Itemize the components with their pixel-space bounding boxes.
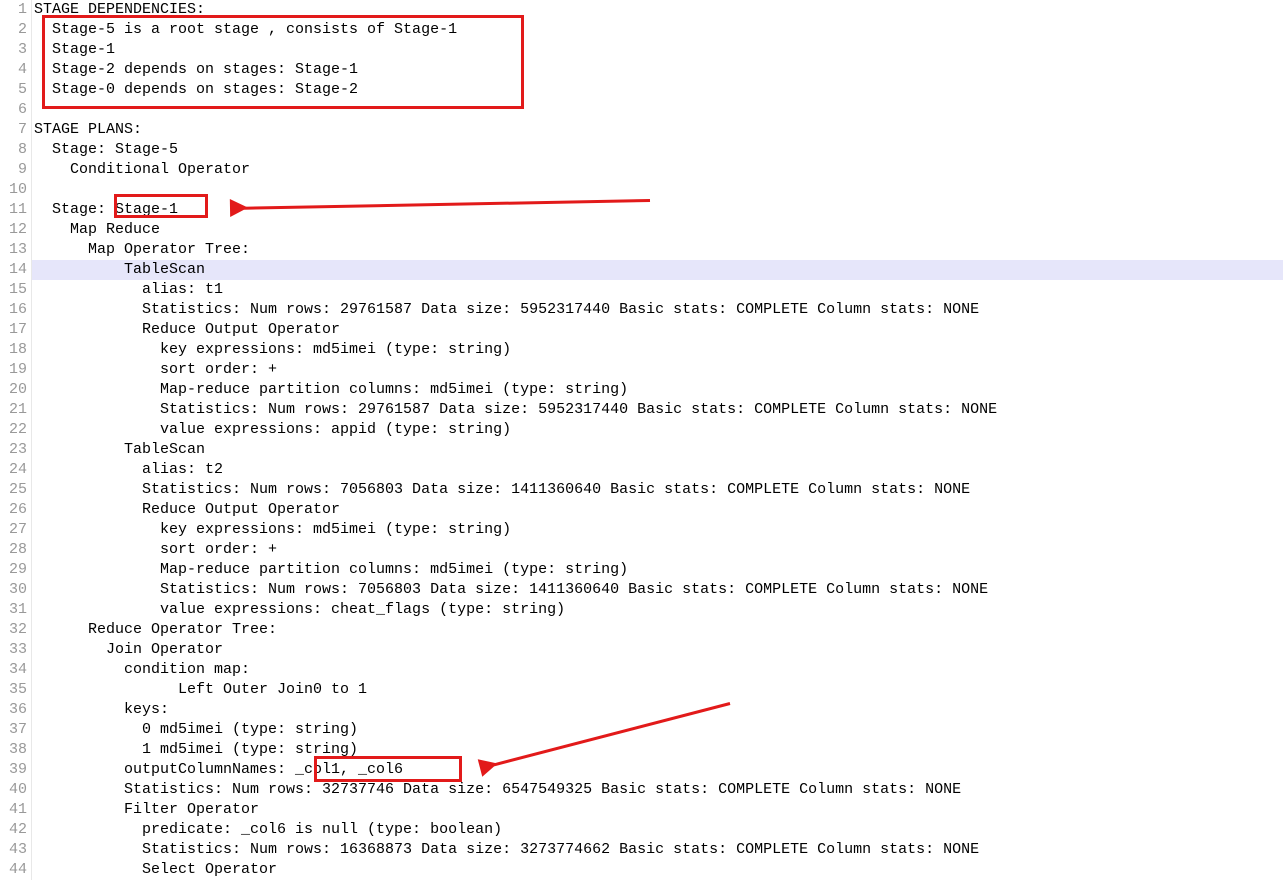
line-number: 43 — [0, 840, 27, 860]
code-line[interactable]: Map Reduce — [32, 220, 1283, 240]
code-line[interactable]: value expressions: appid (type: string) — [32, 420, 1283, 440]
line-number: 32 — [0, 620, 27, 640]
line-number: 7 — [0, 120, 27, 140]
code-line[interactable]: Stage: Stage-1 — [32, 200, 1283, 220]
code-line[interactable]: Stage-1 — [32, 40, 1283, 60]
line-number: 14 — [0, 260, 27, 280]
code-line[interactable]: Reduce Operator Tree: — [32, 620, 1283, 640]
line-number: 2 — [0, 20, 27, 40]
line-number: 6 — [0, 100, 27, 120]
line-number: 26 — [0, 500, 27, 520]
line-number: 31 — [0, 600, 27, 620]
line-number: 36 — [0, 700, 27, 720]
line-number: 39 — [0, 760, 27, 780]
code-line[interactable]: Stage-5 is a root stage , consists of St… — [32, 20, 1283, 40]
code-line[interactable]: alias: t2 — [32, 460, 1283, 480]
code-line[interactable]: TableScan — [32, 440, 1283, 460]
line-number: 23 — [0, 440, 27, 460]
line-number-gutter: 1234567891011121314151617181920212223242… — [0, 0, 32, 880]
line-number: 40 — [0, 780, 27, 800]
code-line[interactable]: alias: t1 — [32, 280, 1283, 300]
code-line[interactable]: Map-reduce partition columns: md5imei (t… — [32, 380, 1283, 400]
line-number: 4 — [0, 60, 27, 80]
code-line[interactable]: STAGE DEPENDENCIES: — [32, 0, 1283, 20]
line-number: 42 — [0, 820, 27, 840]
code-line[interactable]: Join Operator — [32, 640, 1283, 660]
code-line[interactable] — [32, 100, 1283, 120]
code-line[interactable]: Statistics: Num rows: 29761587 Data size… — [32, 400, 1283, 420]
line-number: 16 — [0, 300, 27, 320]
line-number: 44 — [0, 860, 27, 880]
code-line[interactable]: predicate: _col6 is null (type: boolean) — [32, 820, 1283, 840]
line-number: 22 — [0, 420, 27, 440]
code-line[interactable]: Select Operator — [32, 860, 1283, 880]
line-number: 12 — [0, 220, 27, 240]
line-number: 24 — [0, 460, 27, 480]
line-number: 21 — [0, 400, 27, 420]
code-line[interactable]: Stage: Stage-5 — [32, 140, 1283, 160]
line-number: 37 — [0, 720, 27, 740]
code-line[interactable]: Conditional Operator — [32, 160, 1283, 180]
line-number: 3 — [0, 40, 27, 60]
code-line[interactable]: Statistics: Num rows: 7056803 Data size:… — [32, 480, 1283, 500]
line-number: 15 — [0, 280, 27, 300]
code-line[interactable]: Statistics: Num rows: 16368873 Data size… — [32, 840, 1283, 860]
code-line[interactable]: Left Outer Join0 to 1 — [32, 680, 1283, 700]
line-number: 30 — [0, 580, 27, 600]
code-line[interactable]: Map-reduce partition columns: md5imei (t… — [32, 560, 1283, 580]
code-line[interactable]: sort order: + — [32, 540, 1283, 560]
code-line[interactable]: Statistics: Num rows: 29761587 Data size… — [32, 300, 1283, 320]
code-line[interactable]: key expressions: md5imei (type: string) — [32, 520, 1283, 540]
line-number: 13 — [0, 240, 27, 260]
code-line[interactable]: TableScan — [32, 260, 1283, 280]
code-line[interactable]: Map Operator Tree: — [32, 240, 1283, 260]
code-line[interactable]: Stage-0 depends on stages: Stage-2 — [32, 80, 1283, 100]
code-editor: 1234567891011121314151617181920212223242… — [0, 0, 1283, 880]
code-line[interactable]: Statistics: Num rows: 32737746 Data size… — [32, 780, 1283, 800]
code-area[interactable]: STAGE DEPENDENCIES: Stage-5 is a root st… — [32, 0, 1283, 880]
code-line[interactable]: value expressions: cheat_flags (type: st… — [32, 600, 1283, 620]
line-number: 9 — [0, 160, 27, 180]
code-line[interactable]: condition map: — [32, 660, 1283, 680]
line-number: 17 — [0, 320, 27, 340]
code-line[interactable]: Filter Operator — [32, 800, 1283, 820]
line-number: 10 — [0, 180, 27, 200]
code-line[interactable]: Reduce Output Operator — [32, 500, 1283, 520]
code-line[interactable]: 1 md5imei (type: string) — [32, 740, 1283, 760]
line-number: 29 — [0, 560, 27, 580]
code-line[interactable]: key expressions: md5imei (type: string) — [32, 340, 1283, 360]
code-line[interactable]: keys: — [32, 700, 1283, 720]
code-line[interactable]: Stage-2 depends on stages: Stage-1 — [32, 60, 1283, 80]
line-number: 8 — [0, 140, 27, 160]
line-number: 38 — [0, 740, 27, 760]
line-number: 33 — [0, 640, 27, 660]
line-number: 1 — [0, 0, 27, 20]
line-number: 18 — [0, 340, 27, 360]
line-number: 5 — [0, 80, 27, 100]
code-line[interactable]: outputColumnNames: _col1, _col6 — [32, 760, 1283, 780]
code-line[interactable] — [32, 180, 1283, 200]
line-number: 28 — [0, 540, 27, 560]
line-number: 19 — [0, 360, 27, 380]
line-number: 11 — [0, 200, 27, 220]
line-number: 34 — [0, 660, 27, 680]
code-line[interactable]: 0 md5imei (type: string) — [32, 720, 1283, 740]
line-number: 35 — [0, 680, 27, 700]
line-number: 27 — [0, 520, 27, 540]
code-line[interactable]: Reduce Output Operator — [32, 320, 1283, 340]
line-number: 25 — [0, 480, 27, 500]
code-line[interactable]: Statistics: Num rows: 7056803 Data size:… — [32, 580, 1283, 600]
code-line[interactable]: sort order: + — [32, 360, 1283, 380]
line-number: 20 — [0, 380, 27, 400]
line-number: 41 — [0, 800, 27, 820]
code-line[interactable]: STAGE PLANS: — [32, 120, 1283, 140]
